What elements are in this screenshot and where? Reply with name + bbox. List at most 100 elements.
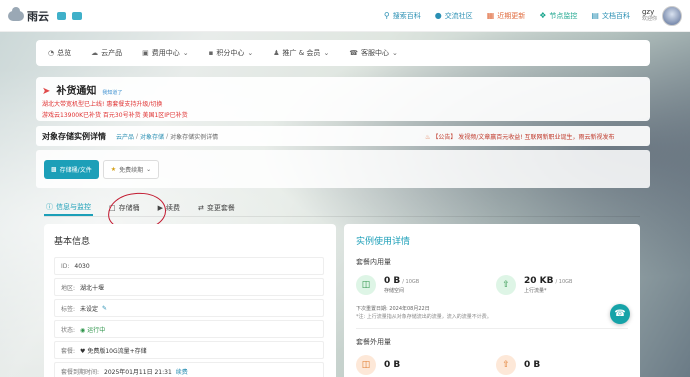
brand-name: 雨云 — [27, 9, 49, 23]
bucket-files-button[interactable]: ▩ 存储桶/文件 — [44, 159, 99, 179]
usage-value: 0 B — [384, 360, 401, 370]
notice-header: ➤ 补货通知 我知道了 — [42, 82, 644, 97]
extra-usage-stats: ◫ 0 B ⇧ 0 B — [356, 355, 628, 375]
free-renew-button[interactable]: ★ 免费续期 ⌄ — [102, 159, 160, 179]
nav-support[interactable]: ☎ 客服中心 ⌄ — [349, 48, 398, 58]
info-row-plan: 套餐: ♥ 免费版10G流量+存储 — [54, 341, 324, 359]
toplink-docs[interactable]: ▤ 文档百科 — [591, 11, 630, 21]
nav-label: 推广 & 会员 — [282, 49, 321, 57]
info-label: 状态: — [61, 326, 76, 334]
breadcrumb-separator: / — [166, 132, 169, 140]
info-value: ♥ 免费版10G流量+存储 — [80, 346, 147, 355]
plan-name: 免费版10G流量+存储 — [87, 347, 147, 355]
breadcrumb-current: 对象存储实例详情 — [170, 133, 219, 141]
edit-icon[interactable]: ✎ — [102, 305, 107, 312]
nav-label: 费用中心 — [151, 49, 180, 57]
nav-billing[interactable]: ▣ 费用中心 ⌄ — [142, 48, 189, 58]
chevron-down-icon: ⌄ — [182, 49, 189, 57]
calendar-icon: ▦ — [486, 11, 495, 20]
avatar[interactable] — [662, 5, 682, 26]
info-value: 2025年01月11日 21:31 — [104, 368, 172, 376]
notice-line: 游戏云13900K已补货 百元30号补货 美国1区IP已补货 — [42, 112, 188, 119]
users-icon: ♟ — [273, 49, 280, 57]
toplink-updates[interactable]: ▦ 近期更新 — [487, 11, 526, 21]
tab-change-plan[interactable]: ⇄ 变更套餐 — [196, 200, 237, 216]
toplink-label: 节点监控 — [549, 11, 578, 20]
traffic-note: *注: 上行流量指从对象存储流出的流量，流入的流量不计费。 — [356, 314, 492, 320]
usage-card: 实例使用详情 套餐内用量 ◫ 0 B/ 10GB 存储空间 ⇧ 20 KB/ 1… — [344, 224, 640, 377]
nav-products[interactable]: ☁ 云产品 — [91, 48, 122, 58]
heart-icon: ♥ — [80, 347, 86, 355]
info-label: 地区: — [61, 284, 76, 292]
chevron-down-icon: ⌄ — [247, 49, 254, 57]
top-links: ⚲ 搜索百科 ● 交流社区 ▦ 近期更新 ❖ 节点监控 ▤ 文档百科 — [384, 11, 630, 21]
toplink-label: 文档百科 — [601, 11, 630, 20]
chevron-down-icon: ⌄ — [323, 49, 330, 57]
notice-title: 补货通知 — [56, 86, 97, 97]
breadcrumb-separator: / — [136, 132, 139, 140]
divider — [356, 328, 628, 329]
usage-text: 0 B/ 10GB 存储空间 — [384, 276, 419, 294]
customer-support-button[interactable]: ☎ — [610, 304, 630, 324]
tab-label: 信息与监控 — [56, 203, 91, 211]
status-text: 运行中 — [87, 326, 106, 334]
fire-icon: ♨ — [425, 133, 431, 141]
image-icon[interactable] — [57, 11, 66, 20]
usage-value-wrap: 20 KB/ 10GB — [524, 276, 572, 286]
renew-link[interactable]: 续费 — [176, 367, 188, 376]
usage-stats: ◫ 0 B/ 10GB 存储空间 ⇧ 20 KB/ 10GB 上行流量* — [356, 275, 628, 295]
toplink-label: 近期更新 — [497, 11, 526, 20]
usage-text: 20 KB/ 10GB 上行流量* — [524, 276, 572, 294]
user-subtitle: 欢迎你 — [641, 15, 657, 22]
announcement-marquee[interactable]: ♨ 【公告】 发视频/文章赢百元收益! 互联网新职业诞生，雨云新视发布 — [425, 132, 650, 141]
toplink-search[interactable]: ⚲ 搜索百科 — [384, 11, 421, 21]
main-nav: ◔ 总览 ☁ 云产品 ▣ 费用中心 ⌄ ▪ 积分中心 ⌄ ♟ 推广 & 会员 ⌄… — [36, 40, 650, 66]
card-icon[interactable] — [72, 11, 82, 20]
upload-cloud-icon: ⇧ — [496, 355, 516, 375]
card-icon: ▣ — [142, 49, 149, 57]
info-value: 未设定 — [80, 305, 99, 313]
pin-icon: ❖ — [539, 11, 547, 20]
toplink-label: 交流社区 — [444, 11, 473, 20]
info-label: 套餐: — [61, 347, 76, 355]
button-label: 免费续期 — [119, 166, 144, 174]
info-label: 标签: — [61, 305, 76, 313]
breadcrumb-link[interactable]: 对象存储 — [140, 132, 164, 141]
basic-info-card: 基本信息 ID: 4030 地区: 湖北十堰 标签: 未设定 ✎ 状态: ◉ 运… — [44, 224, 336, 377]
info-row-tags: 标签: 未设定 ✎ — [54, 299, 324, 317]
toplink-community[interactable]: ● 交流社区 — [435, 11, 473, 21]
user-menu[interactable]: gzy 欢迎你 — [641, 5, 682, 26]
book-icon: ▤ — [591, 11, 599, 20]
chat-icon: ● — [434, 11, 442, 20]
traffic-usage: ⇧ 20 KB/ 10GB 上行流量* — [496, 275, 626, 295]
storage-usage: ◫ 0 B/ 10GB 存储空间 — [356, 275, 486, 295]
upload-cloud-icon: ⇧ — [496, 275, 516, 295]
tab-info-monitor[interactable]: ⓘ 信息与监控 — [44, 200, 93, 216]
dismiss-notice-link[interactable]: 我知道了 — [102, 89, 122, 96]
info-value: 4030 — [74, 262, 90, 270]
top-bar: 雨云 ⚲ 搜索百科 ● 交流社区 ▦ 近期更新 ❖ 节点监控 ▤ 文档百科 gz… — [0, 0, 690, 32]
button-label: 存储桶/文件 — [59, 166, 92, 174]
box-icon: ◫ — [356, 275, 376, 295]
nav-overview[interactable]: ◔ 总览 — [48, 48, 71, 58]
rocket-icon: ➤ — [42, 86, 51, 97]
nav-affiliate[interactable]: ♟ 推广 & 会员 ⌄ — [273, 48, 329, 58]
usage-value: 0 B — [524, 360, 541, 370]
tab-label: 变更套餐 — [206, 204, 235, 212]
nav-label: 云产品 — [101, 49, 123, 57]
cloud-logo-icon — [8, 6, 24, 21]
section-title: 套餐外用量 — [356, 338, 391, 346]
toplink-monitor[interactable]: ❖ 节点监控 — [539, 11, 577, 21]
reset-date: 下次重置日期: 2024年08月22日 — [356, 306, 430, 312]
nav-points[interactable]: ▪ 积分中心 ⌄ — [209, 48, 254, 58]
info-label: ID: — [61, 262, 70, 270]
nav-label: 积分中心 — [216, 49, 245, 57]
star-icon: ★ — [110, 165, 117, 173]
chevron-down-icon: ⌄ — [392, 49, 398, 57]
brand-logo[interactable]: 雨云 — [8, 6, 49, 24]
running-icon: ◉ — [80, 326, 86, 334]
status-badge: ◉ 运行中 — [80, 325, 105, 334]
usage-value-wrap: 0 B/ 10GB — [384, 276, 419, 286]
extra-storage-usage: ◫ 0 B — [356, 355, 486, 375]
breadcrumb-link[interactable]: 云产品 — [116, 132, 134, 141]
